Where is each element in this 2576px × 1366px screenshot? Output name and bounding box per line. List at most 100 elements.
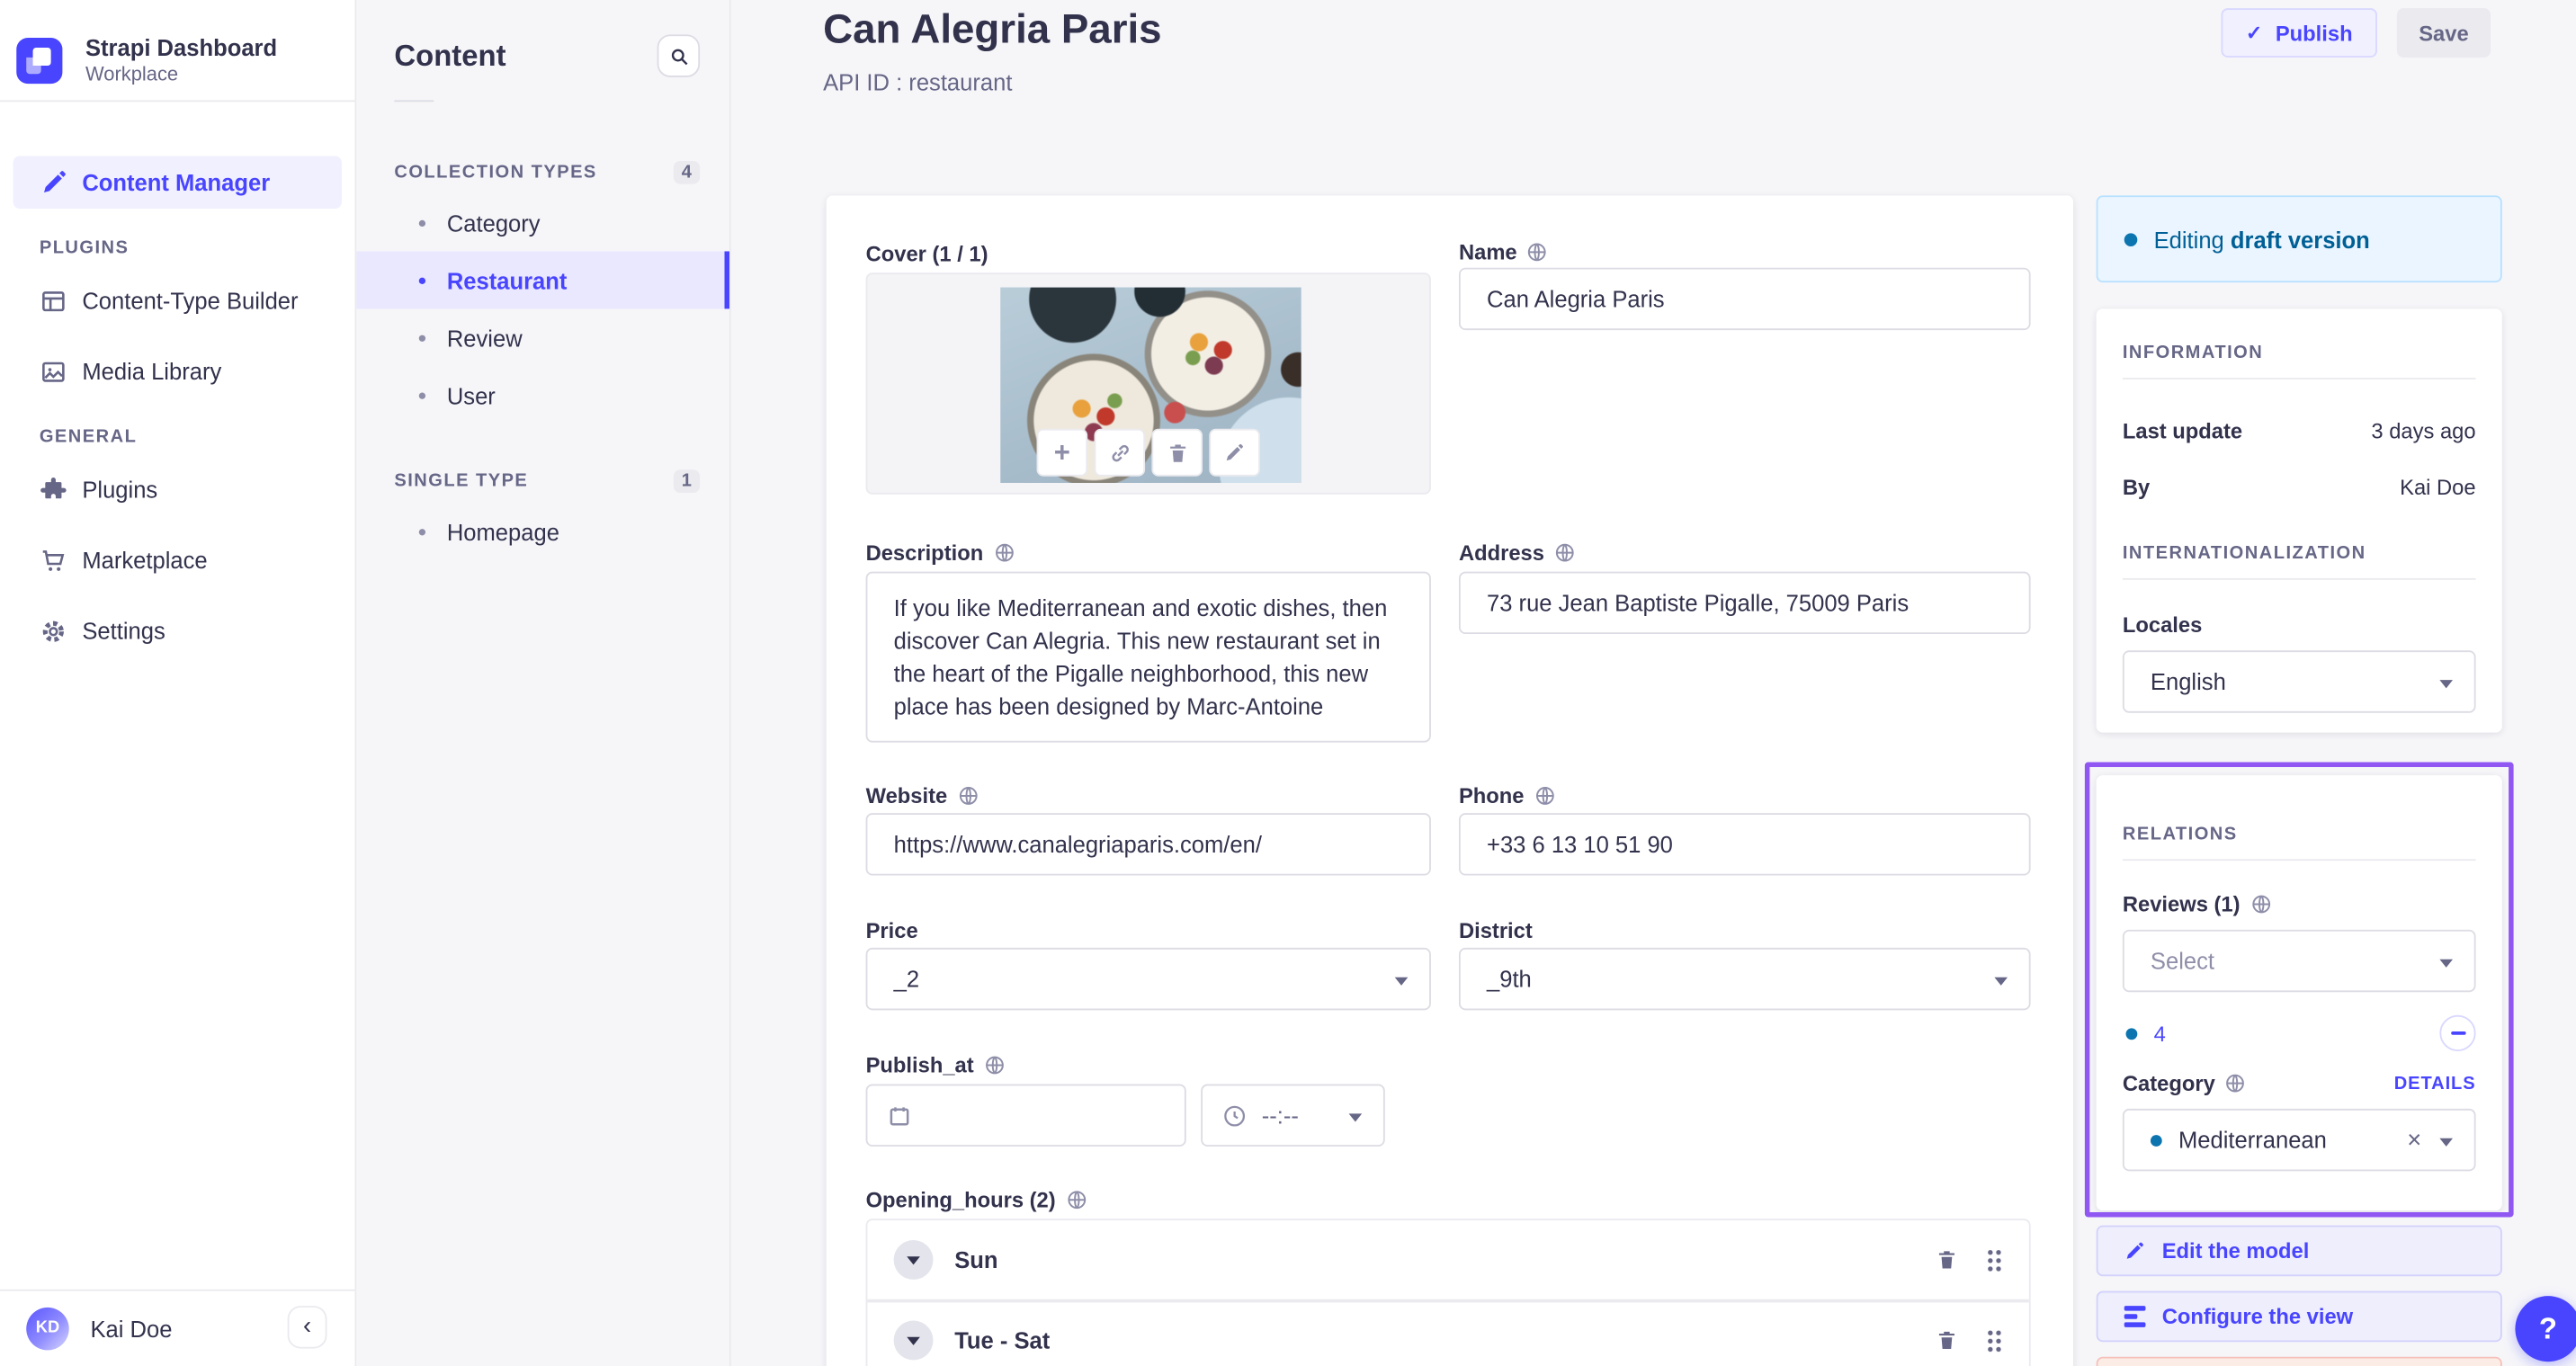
drag-handle-icon[interactable]: [1986, 1327, 2003, 1353]
opening-hours-item-sun[interactable]: Sun: [867, 1220, 2029, 1299]
reviews-select[interactable]: Select: [2122, 929, 2476, 993]
category-select[interactable]: Mediterranean ×: [2122, 1108, 2476, 1172]
nav-footer: KD Kai Doe ‹: [0, 1289, 355, 1366]
nav-item-label: Content-Type Builder: [82, 287, 299, 314]
workspace-brand[interactable]: Strapi Dashboard Workplace: [0, 0, 355, 100]
accordion-toggle-button[interactable]: [893, 1320, 934, 1361]
nav-item-marketplace[interactable]: Marketplace: [13, 534, 342, 586]
chevron-down-icon: [2439, 959, 2454, 968]
relation-bullet-icon: [2125, 1027, 2138, 1040]
details-link[interactable]: DETAILS: [2394, 1074, 2476, 1094]
gear-icon: [42, 620, 65, 642]
save-button[interactable]: Save: [2396, 8, 2491, 58]
remove-category-icon[interactable]: ×: [2407, 1125, 2421, 1158]
cover-label: Cover (1 / 1): [865, 241, 988, 266]
opening-hours-item-label: Sun: [954, 1246, 998, 1273]
publish-label: Publish: [2275, 20, 2353, 46]
delete-component-button[interactable]: [1936, 1329, 1959, 1353]
locales-label: Locales: [2122, 612, 2203, 638]
copy-link-button[interactable]: [1094, 428, 1146, 477]
status-prefix: Editing: [2153, 226, 2224, 253]
publish-button[interactable]: ✓ Publish: [2221, 8, 2377, 58]
relations-heading: RELATIONS: [2122, 824, 2238, 844]
info-label: By: [2122, 474, 2151, 500]
entry-form-card: Cover (1 / 1) + Name Can Alegria Paris D…: [826, 195, 2074, 1366]
collapse-sidebar-button[interactable]: ‹: [287, 1305, 327, 1348]
subnav-item-user[interactable]: User: [356, 366, 729, 424]
description-textarea[interactable]: If you like Mediterranean and exotic dis…: [865, 571, 1431, 743]
pencil-icon: [2126, 1242, 2143, 1259]
opening-hours-item-tue-sat[interactable]: Tue - Sat: [867, 1299, 2029, 1366]
opening-hours-item-label: Tue - Sat: [954, 1326, 1051, 1354]
price-select[interactable]: _2: [865, 947, 1431, 1011]
help-button[interactable]: ?: [2515, 1296, 2576, 1362]
user-menu[interactable]: KD Kai Doe: [26, 1307, 173, 1350]
subnav-item-restaurant[interactable]: Restaurant: [356, 251, 729, 309]
bullet-icon: [418, 276, 426, 284]
page-title: Can Alegria Paris: [823, 6, 1162, 53]
cart-icon: [42, 549, 65, 570]
brand-subtitle: Workplace: [85, 62, 179, 85]
status-bullet-icon: [2124, 232, 2138, 246]
edit-model-button[interactable]: Edit the model: [2096, 1225, 2502, 1277]
search-icon: [670, 48, 687, 65]
pencil-icon: [1226, 443, 1243, 461]
website-input[interactable]: [865, 813, 1431, 876]
globe-icon: [1535, 787, 1554, 805]
group-label: SINGLE TYPE: [394, 471, 529, 492]
add-asset-button[interactable]: +: [1036, 428, 1088, 477]
check-icon: ✓: [2245, 21, 2263, 45]
nav-section-general: GENERAL: [39, 426, 138, 447]
nav-item-label: Media Library: [82, 358, 222, 385]
publish-at-date-input[interactable]: [865, 1084, 1186, 1147]
info-label: Last update: [2122, 418, 2243, 444]
chevron-down-icon: [1348, 1113, 1363, 1122]
cover-dropzone[interactable]: +: [865, 272, 1431, 495]
edit-asset-button[interactable]: [1209, 428, 1260, 477]
nav-item-plugins[interactable]: Plugins: [13, 463, 342, 515]
nav-item-settings[interactable]: Settings: [13, 604, 342, 656]
chevron-down-icon: [2439, 1138, 2454, 1147]
avatar: KD: [26, 1307, 69, 1350]
subnav-item-label: Restaurant: [446, 266, 568, 294]
nav-item-media-library[interactable]: Media Library: [13, 345, 342, 397]
group-label: COLLECTION TYPES: [394, 162, 597, 183]
count-badge: 1: [673, 469, 701, 493]
publish-at-time-input[interactable]: --:--: [1201, 1084, 1385, 1147]
trash-icon: [1938, 1251, 1954, 1269]
nav-item-content-type-builder[interactable]: Content-Type Builder: [13, 274, 342, 326]
info-value: 3 days ago: [2371, 418, 2476, 444]
locale-select[interactable]: English: [2122, 650, 2476, 713]
category-label: Category: [2123, 1071, 2247, 1095]
by-row: By Kai Doe: [2123, 475, 2476, 499]
edit-model-label: Edit the model: [2161, 1238, 2310, 1263]
accordion-toggle-button[interactable]: [893, 1240, 934, 1280]
nav-item-content-manager[interactable]: Content Manager: [13, 156, 342, 209]
delete-component-button[interactable]: [1936, 1248, 1959, 1272]
draft-status-banner: Editing draft version: [2096, 195, 2502, 283]
globe-icon: [995, 543, 1013, 562]
name-input[interactable]: [1458, 267, 2031, 331]
publish-at-label: Publish_at: [866, 1053, 1006, 1077]
reviews-label: Reviews (1): [2123, 892, 2476, 916]
user-name: Kai Doe: [90, 1315, 173, 1342]
delete-asset-button[interactable]: [1151, 428, 1203, 477]
price-label: Price: [865, 918, 918, 943]
phone-input[interactable]: [1458, 813, 2031, 876]
brand-title: Strapi Dashboard: [85, 34, 278, 61]
chevron-down-icon: [1994, 977, 2008, 986]
relation-link[interactable]: 4: [2154, 1021, 2166, 1045]
search-button[interactable]: [657, 34, 701, 77]
address-input[interactable]: [1458, 571, 2031, 635]
bullet-icon: [418, 334, 426, 342]
subnav-item-category[interactable]: Category: [356, 194, 729, 252]
drag-handle-icon[interactable]: [1986, 1247, 2003, 1272]
configure-view-button[interactable]: Configure the view: [2096, 1290, 2502, 1343]
relation-bullet-icon: [2150, 1134, 2162, 1147]
subnav-item-homepage[interactable]: Homepage: [356, 503, 729, 560]
subnav-item-review[interactable]: Review: [356, 308, 729, 366]
district-select[interactable]: _9th: [1458, 947, 2031, 1011]
group-collection-types: COLLECTION TYPES 4: [394, 161, 701, 184]
delete-entry-button[interactable]: [2096, 1356, 2502, 1366]
remove-relation-button[interactable]: [2439, 1014, 2476, 1051]
